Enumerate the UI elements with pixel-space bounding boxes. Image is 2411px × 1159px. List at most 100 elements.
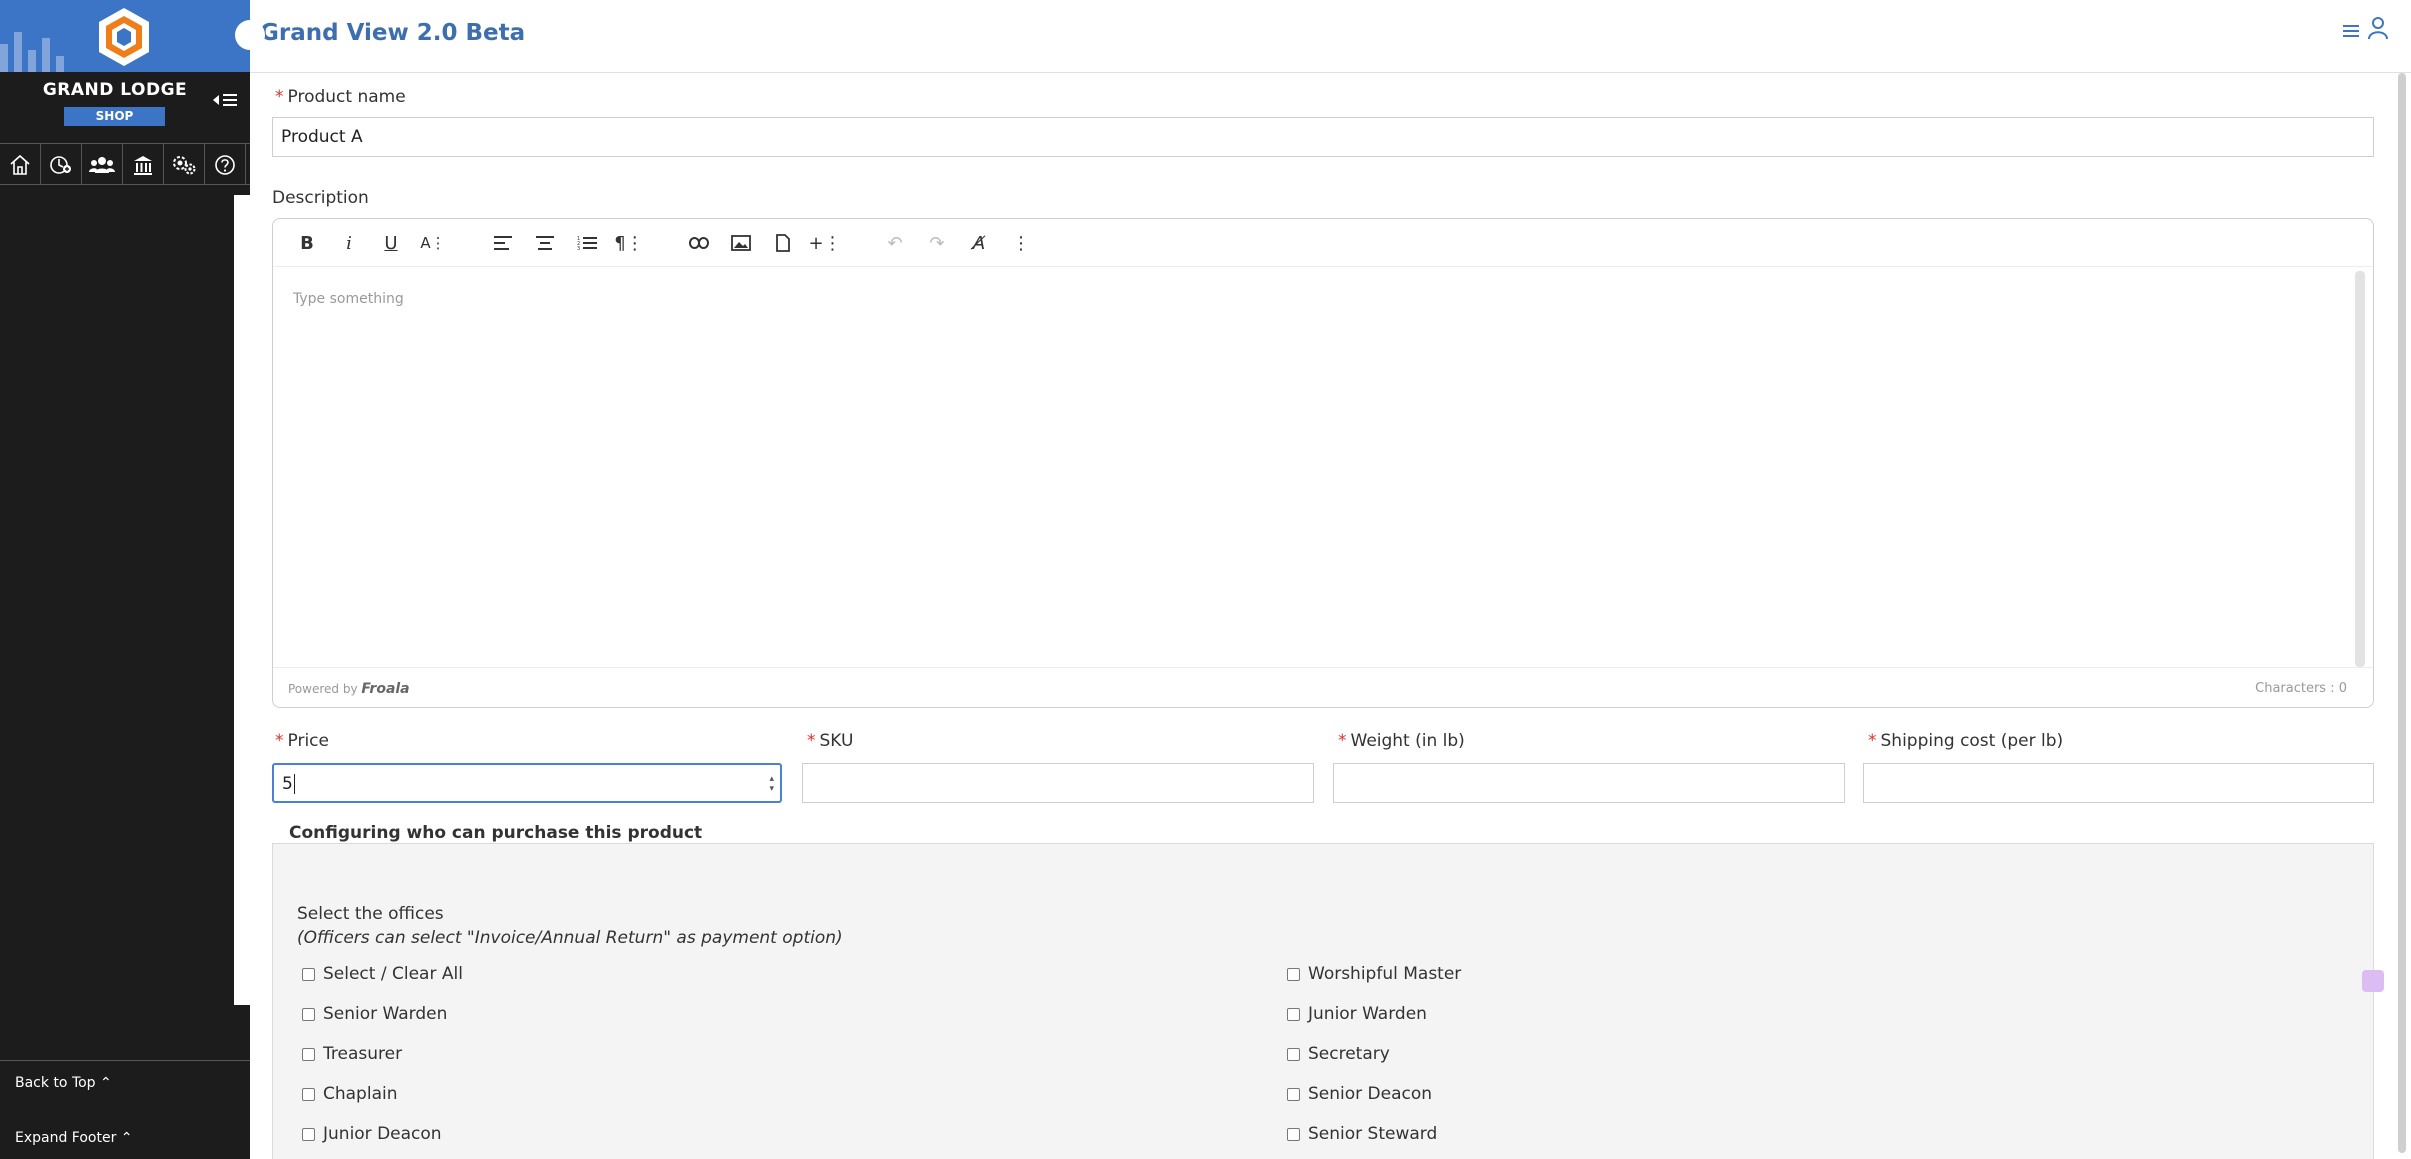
checkbox-label: Worshipful Master xyxy=(1308,964,1462,984)
top-header: Grand View 2.0 Beta xyxy=(250,0,2411,73)
text-size-icon[interactable]: A⋮ xyxy=(419,229,447,257)
ordered-list-icon[interactable]: 123 xyxy=(573,229,601,257)
editor-scrollbar[interactable] xyxy=(2355,271,2365,667)
settings-gears-icon[interactable] xyxy=(164,144,205,185)
required-marker: * xyxy=(275,731,284,751)
checkbox[interactable] xyxy=(302,967,315,981)
collapse-sidebar-icon[interactable] xyxy=(211,90,243,112)
purchase-config-legend: Configuring who can purchase this produc… xyxy=(287,823,705,843)
sidebar-title: GRAND LODGE xyxy=(42,80,188,100)
price-input[interactable]: 5 ▴ ▾ xyxy=(272,763,782,803)
shipping-cost-label: * Shipping cost (per lb) xyxy=(1868,731,2063,751)
character-count: Characters : 0 xyxy=(2255,681,2347,696)
editor-footer: Powered by Froala Characters : 0 xyxy=(273,667,2373,707)
checkbox-junior-deacon[interactable]: Junior Deacon xyxy=(302,1124,442,1144)
checkbox-label: Chaplain xyxy=(323,1084,398,1104)
number-spinner-icon[interactable]: ▴ ▾ xyxy=(769,774,774,794)
checkbox[interactable] xyxy=(302,1007,315,1021)
insert-file-icon[interactable] xyxy=(769,229,797,257)
text-cursor xyxy=(293,774,295,794)
checkbox-senior-steward[interactable]: Senior Steward xyxy=(1287,1124,1437,1144)
align-center-icon[interactable] xyxy=(531,229,559,257)
checkbox-junior-warden[interactable]: Junior Warden xyxy=(1287,1004,1427,1024)
help-icon[interactable] xyxy=(205,144,246,185)
checkbox-label: Select / Clear All xyxy=(323,964,463,984)
align-left-icon[interactable] xyxy=(489,229,517,257)
required-marker: * xyxy=(807,731,816,751)
checkbox-select-clear-all[interactable]: Select / Clear All xyxy=(302,964,463,984)
checkbox[interactable] xyxy=(302,1087,315,1101)
product-name-input[interactable]: Product A xyxy=(272,117,2374,157)
checkbox[interactable] xyxy=(302,1047,315,1061)
bold-icon[interactable]: B xyxy=(293,229,321,257)
lodge-building-icon[interactable] xyxy=(123,144,164,185)
back-to-top-link[interactable]: Back to Top ⌃ xyxy=(15,1075,112,1091)
undo-icon[interactable]: ↶ xyxy=(881,229,909,257)
required-marker: * xyxy=(1338,731,1347,751)
froala-logo[interactable]: Froala xyxy=(361,681,409,697)
rich-text-editor: B i U A⋮ 123 ¶⋮ +⋮ ↶ ↷ A̸ ⋮ Type somethi… xyxy=(272,218,2374,708)
underline-icon[interactable]: U xyxy=(377,229,405,257)
checkbox-label: Senior Warden xyxy=(323,1004,448,1024)
editor-placeholder[interactable]: Type something xyxy=(293,291,404,307)
expand-footer-link[interactable]: Expand Footer ⌃ xyxy=(15,1130,133,1146)
checkbox[interactable] xyxy=(1287,967,1300,981)
editor-toolbar: B i U A⋮ 123 ¶⋮ +⋮ ↶ ↷ A̸ ⋮ xyxy=(273,219,2373,267)
checkbox-worshipful-master[interactable]: Worshipful Master xyxy=(1287,964,1461,984)
paragraph-format-icon[interactable]: ¶⋮ xyxy=(614,229,643,257)
product-form: * Product name Product A Description B i … xyxy=(263,73,2395,1159)
sku-input[interactable] xyxy=(802,763,1314,803)
checkbox-label: Junior Deacon xyxy=(323,1124,442,1144)
home-icon[interactable] xyxy=(0,144,41,185)
required-marker: * xyxy=(275,87,284,107)
sidebar: GRAND LODGE SHOP Back to Top ⌃ Expand Fo… xyxy=(0,0,250,1159)
price-value: 5 xyxy=(282,774,293,794)
page-scrollbar[interactable] xyxy=(2398,73,2406,1153)
checkbox[interactable] xyxy=(1287,1087,1300,1101)
skyline-decoration xyxy=(0,32,64,72)
checkbox-label: Senior Deacon xyxy=(1308,1084,1433,1104)
checkbox[interactable] xyxy=(1287,1007,1300,1021)
checkbox-label: Treasurer xyxy=(323,1044,403,1064)
sidebar-toggle-knob[interactable] xyxy=(235,20,265,50)
sidebar-icon-bar xyxy=(0,143,250,185)
sidebar-brand-area xyxy=(0,0,250,72)
checkbox-label: Secretary xyxy=(1308,1044,1390,1064)
sidebar-scroll-panel xyxy=(234,195,250,1005)
app-title: Grand View 2.0 Beta xyxy=(260,20,526,46)
italic-icon[interactable]: i xyxy=(335,229,363,257)
hamburger-icon[interactable] xyxy=(2343,19,2359,44)
purchase-config-fieldset xyxy=(272,843,2374,1159)
checkbox-label: Senior Steward xyxy=(1308,1124,1438,1144)
redo-icon[interactable]: ↷ xyxy=(923,229,951,257)
checkbox-senior-warden[interactable]: Senior Warden xyxy=(302,1004,447,1024)
powered-by-text: Powered by xyxy=(288,682,358,696)
insert-image-icon[interactable] xyxy=(727,229,755,257)
shipping-cost-input[interactable] xyxy=(1863,763,2374,803)
price-label: * Price xyxy=(275,731,329,751)
more-insert-icon[interactable]: +⋮ xyxy=(808,229,841,257)
checkbox-chaplain[interactable]: Chaplain xyxy=(302,1084,398,1104)
checkbox-senior-deacon[interactable]: Senior Deacon xyxy=(1287,1084,1432,1104)
checkbox[interactable] xyxy=(302,1127,315,1141)
powered-by: Powered by Froala xyxy=(288,681,410,697)
link-icon[interactable] xyxy=(685,229,713,257)
checkbox-treasurer[interactable]: Treasurer xyxy=(302,1044,402,1064)
offices-note: (Officers can select "Invoice/Annual Ret… xyxy=(297,928,843,948)
checkbox-secretary[interactable]: Secretary xyxy=(1287,1044,1390,1064)
checkbox[interactable] xyxy=(1287,1127,1300,1141)
checkbox[interactable] xyxy=(1287,1047,1300,1061)
grand-lodge-logo[interactable] xyxy=(96,6,152,68)
svg-text:3: 3 xyxy=(577,246,580,251)
clear-formatting-icon[interactable]: A̸ xyxy=(965,229,993,257)
more-options-icon[interactable]: ⋮ xyxy=(1007,229,1035,257)
dashboard-plus-icon[interactable] xyxy=(41,144,82,185)
chat-widget-icon[interactable] xyxy=(2362,970,2384,992)
shipping-cost-label-text: Shipping cost (per lb) xyxy=(1880,731,2064,751)
members-icon[interactable] xyxy=(82,144,123,185)
user-icon[interactable] xyxy=(2367,16,2389,46)
sku-label: * SKU xyxy=(807,731,853,751)
sku-label-text: SKU xyxy=(819,731,854,751)
weight-input[interactable] xyxy=(1333,763,1845,803)
header-actions xyxy=(2343,16,2389,46)
